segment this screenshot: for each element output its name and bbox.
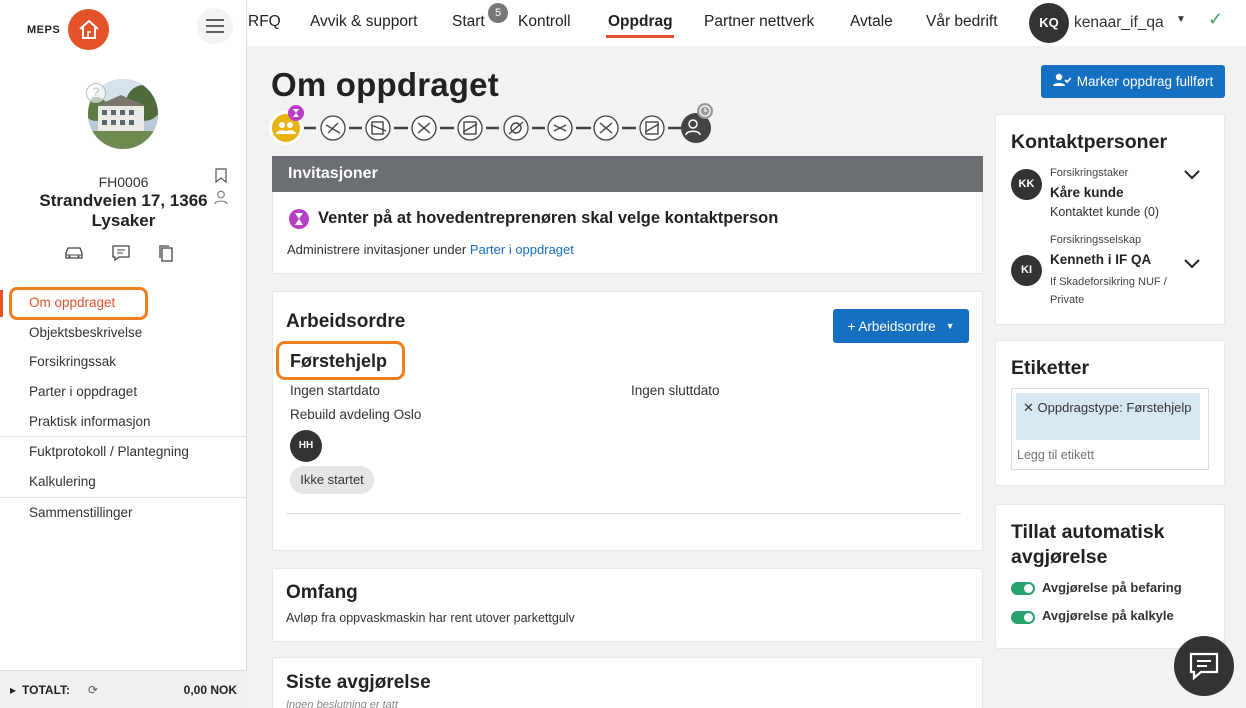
comment-icon[interactable] xyxy=(111,244,131,266)
parter-link[interactable]: Parter i oppdraget xyxy=(470,242,574,257)
tab-partner-nettverk[interactable]: Partner nettverk xyxy=(704,13,814,31)
property-actions xyxy=(63,244,175,266)
mark-complete-button[interactable]: Marker oppdrag fullført xyxy=(1041,65,1225,98)
documents-icon[interactable] xyxy=(157,244,175,266)
tab-avvik-support[interactable]: Avvik & support xyxy=(310,13,417,31)
sidebar-item-kalkulering[interactable]: Kalkulering xyxy=(0,467,247,497)
mark-complete-label: Marker oppdrag fullført xyxy=(1076,74,1214,89)
label-tag: ✕ Oppdragstype: Førstehjelp xyxy=(1016,393,1200,440)
contact-name[interactable]: Kenneth i IF QA xyxy=(1050,252,1151,267)
last-decision-text: Ingen beslutning er tatt xyxy=(286,699,398,708)
step-invitations-icon[interactable] xyxy=(269,105,304,145)
property-address: Strandveien 17, 1366 Lysaker xyxy=(39,191,208,230)
remove-tag-icon[interactable]: ✕ xyxy=(1023,400,1034,415)
workorder-title: Arbeidsordre xyxy=(286,311,406,332)
sidebar-nav: Om oppdraget Objektsbeskrivelse Forsikri… xyxy=(0,288,247,528)
chevron-down-icon[interactable] xyxy=(1184,167,1200,185)
add-workorder-label: + Arbeidsordre xyxy=(847,318,936,334)
chat-icon[interactable] xyxy=(1174,636,1234,696)
scope-title: Omfang xyxy=(286,582,358,603)
toggle-befaring[interactable] xyxy=(1011,582,1035,595)
toggle-kalkyle[interactable] xyxy=(1011,611,1035,624)
workorder-end-date: Ingen sluttdato xyxy=(631,383,720,398)
invitation-hint: Administrere invitasjoner under Parter i… xyxy=(287,242,574,257)
sidebar-item-forsikringssak[interactable]: Forsikringssak xyxy=(0,347,247,377)
brand-logo[interactable]: MEPS xyxy=(27,9,110,50)
refresh-icon[interactable]: ⟳ xyxy=(88,683,98,697)
auto-decision-title: Tillat automatisk avgjørelse xyxy=(1011,521,1165,568)
labels-title: Etiketter xyxy=(1011,357,1090,379)
brand-name: MEPS xyxy=(27,23,61,36)
tab-start[interactable]: Start xyxy=(452,13,485,31)
bookmark-icon[interactable] xyxy=(215,168,227,186)
user-check-icon xyxy=(1052,73,1072,90)
last-decision-title: Siste avgjørelse xyxy=(286,672,431,693)
step-final-icon[interactable] xyxy=(681,103,713,143)
start-badge: 5 xyxy=(488,3,508,23)
chevron-down-icon[interactable] xyxy=(1184,256,1200,274)
workorder-status-chip: Ikke startet xyxy=(290,466,374,494)
tab-rfq[interactable]: RFQ xyxy=(248,13,281,31)
sidebar-item-sammenstillinger[interactable]: Sammenstillinger xyxy=(0,498,247,528)
property-id: FH0006 xyxy=(98,174,149,190)
contact-name[interactable]: Kåre kunde xyxy=(1050,185,1124,200)
total-footer[interactable]: ▸ TOTALT: ⟳ 0,00 NOK xyxy=(0,670,247,708)
invitation-status: Venter på at hovedentreprenøren skal vel… xyxy=(318,209,779,227)
highlight-om-oppdraget xyxy=(9,287,148,320)
user-avatar[interactable]: KQ xyxy=(1029,3,1069,43)
invitation-hint-text: Administrere invitasjoner under xyxy=(287,242,470,257)
total-label: TOTALT: xyxy=(22,682,71,697)
contact-role: Forsikringstaker xyxy=(1050,167,1129,179)
sidebar-item-praktisk[interactable]: Praktisk informasjon xyxy=(0,407,247,437)
progress-stepper xyxy=(268,103,718,147)
active-tab-underline xyxy=(606,35,674,38)
contact-avatar-ki[interactable]: KI xyxy=(1011,255,1042,286)
workorder-start-date: Ingen startdato xyxy=(290,383,381,398)
tab-var-bedrift[interactable]: Vår bedrift xyxy=(926,13,998,31)
sidebar-item-objektsbeskrivelse[interactable]: Objektsbeskrivelse xyxy=(0,318,247,348)
tab-kontroll[interactable]: Kontroll xyxy=(518,13,571,31)
hourglass-icon xyxy=(288,208,310,233)
total-value: 0,00 NOK xyxy=(183,682,237,697)
tag-text: Oppdragstype: Førstehjelp xyxy=(1037,400,1192,415)
help-icon[interactable]: ? xyxy=(86,83,106,103)
add-label-input[interactable] xyxy=(1017,446,1197,464)
toggle-kalkyle-label: Avgjørelse på kalkyle xyxy=(1042,608,1174,623)
add-workorder-button[interactable]: + Arbeidsordre ▼ xyxy=(833,309,969,343)
scope-card xyxy=(272,568,983,642)
tab-oppdrag[interactable]: Oppdrag xyxy=(608,13,673,31)
workorder-divider xyxy=(286,513,961,514)
sidebar-item-parter[interactable]: Parter i oppdraget xyxy=(0,377,247,407)
contact-role: Forsikringsselskap xyxy=(1050,234,1142,246)
house-logo-icon xyxy=(68,9,110,50)
scope-text: Avløp fra oppvaskmaskin har rent utover … xyxy=(286,611,575,625)
username[interactable]: kenaar_if_qa xyxy=(1074,14,1164,32)
invitations-header: Invitasjoner xyxy=(272,156,983,192)
contacts-title: Kontaktpersoner xyxy=(1011,131,1168,153)
dropdown-caret-icon[interactable]: ▼ xyxy=(946,321,955,331)
person-icon[interactable] xyxy=(214,190,228,208)
car-icon[interactable] xyxy=(63,244,85,266)
check-icon: ✓ xyxy=(1208,9,1224,29)
contact-detail: If Skadeforsikring NUF / Private xyxy=(1050,276,1167,306)
highlight-forstehjelp xyxy=(276,341,405,380)
tab-avtale[interactable]: Avtale xyxy=(850,13,893,31)
sidebar: MEPS ? FH0006 Strandveien 17, 1366 Lysak… xyxy=(0,0,247,708)
hamburger-icon[interactable] xyxy=(197,8,233,44)
expand-caret-icon[interactable]: ▸ xyxy=(10,683,16,697)
page-title: Om oppdraget xyxy=(271,66,499,103)
sidebar-item-fuktprotokoll[interactable]: Fuktprotokoll / Plantegning xyxy=(0,437,247,467)
toggle-befaring-label: Avgjørelse på befaring xyxy=(1042,580,1182,595)
contact-detail: Kontaktet kunde (0) xyxy=(1050,205,1160,219)
contact-avatar-kk[interactable]: KK xyxy=(1011,169,1042,200)
user-menu-caret-icon[interactable]: ▼ xyxy=(1176,14,1186,25)
workorder-org: Rebuild avdeling Oslo xyxy=(290,407,422,422)
assignee-avatar[interactable]: HH xyxy=(290,430,322,462)
